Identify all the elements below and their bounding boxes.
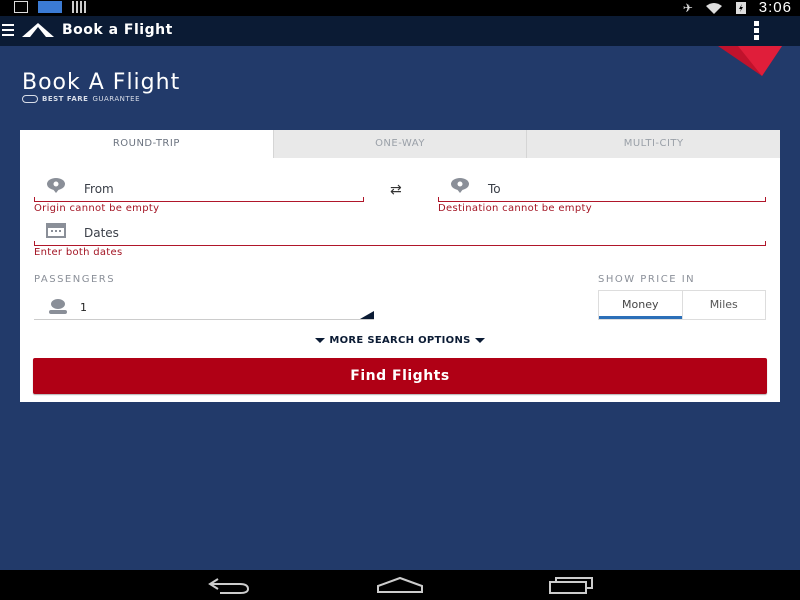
swap-icon[interactable]: ⇄ [390, 182, 402, 198]
guarantee-badge-icon [22, 95, 38, 103]
passenger-icon [49, 299, 67, 314]
more-search-options-label: MORE SEARCH OPTIONS [329, 335, 471, 346]
dates-error: Enter both dates [34, 247, 123, 258]
dates-field[interactable]: Dates [34, 220, 766, 246]
download-icon [14, 1, 28, 13]
passengers-select[interactable]: 1 [34, 295, 374, 320]
dates-label: Dates [84, 226, 119, 240]
find-flights-button[interactable]: Find Flights [33, 358, 767, 394]
more-search-options[interactable]: MORE SEARCH OPTIONS [20, 335, 780, 346]
app-bar: Book a Flight [0, 16, 800, 46]
overflow-menu-icon[interactable] [754, 21, 760, 41]
from-error: Origin cannot be empty [34, 203, 160, 214]
tab-multi-city[interactable]: MULTI-CITY [526, 130, 781, 158]
delta-widget-logo-icon [718, 46, 782, 76]
mute-icon: ✈ [682, 1, 693, 15]
price-option-miles[interactable]: Miles [681, 291, 766, 319]
caret-down-icon [315, 337, 326, 343]
best-fare-guarantee: BEST FARE GUARANTEE [22, 95, 140, 103]
guarantee-text: GUARANTEE [92, 95, 141, 103]
show-price-label: SHOW PRICE IN [598, 274, 696, 285]
from-label: From [84, 182, 114, 196]
price-option-money[interactable]: Money [599, 291, 682, 319]
wifi-icon [705, 3, 722, 14]
tab-one-way[interactable]: ONE-WAY [272, 130, 527, 158]
to-field[interactable]: To [438, 176, 766, 202]
price-toggle: Money Miles [598, 290, 766, 320]
passengers-value: 1 [80, 301, 87, 314]
delta-logo-icon [22, 23, 54, 37]
to-label: To [488, 182, 501, 196]
guarantee-bold: BEST FARE [42, 95, 89, 103]
back-icon[interactable] [206, 576, 252, 594]
location-pin-icon [47, 178, 65, 193]
recent-apps-icon[interactable] [548, 576, 596, 594]
photo-icon [38, 1, 62, 13]
dropdown-corner-icon [360, 311, 374, 319]
tab-round-trip[interactable]: ROUND-TRIP [20, 130, 273, 158]
barcode-icon [72, 1, 88, 13]
page-title: Book A Flight [22, 70, 181, 95]
clock: 3:06 [758, 0, 792, 16]
from-field[interactable]: From [34, 176, 364, 202]
battery-icon [735, 2, 746, 14]
to-error: Destination cannot be empty [438, 203, 592, 214]
status-bar: ✈ 3:06 [0, 0, 800, 16]
app-bar-title: Book a Flight [62, 22, 173, 38]
home-icon[interactable] [376, 576, 424, 594]
calendar-icon [46, 223, 66, 238]
passengers-label: PASSENGERS [34, 274, 116, 285]
menu-icon[interactable] [2, 24, 14, 36]
caret-down-icon [474, 337, 485, 343]
location-pin-icon [451, 178, 469, 193]
booking-card: ROUND-TRIP ONE-WAY MULTI-CITY From Origi… [20, 130, 781, 402]
system-nav-bar [0, 570, 800, 600]
trip-type-tabs: ROUND-TRIP ONE-WAY MULTI-CITY [20, 130, 781, 158]
